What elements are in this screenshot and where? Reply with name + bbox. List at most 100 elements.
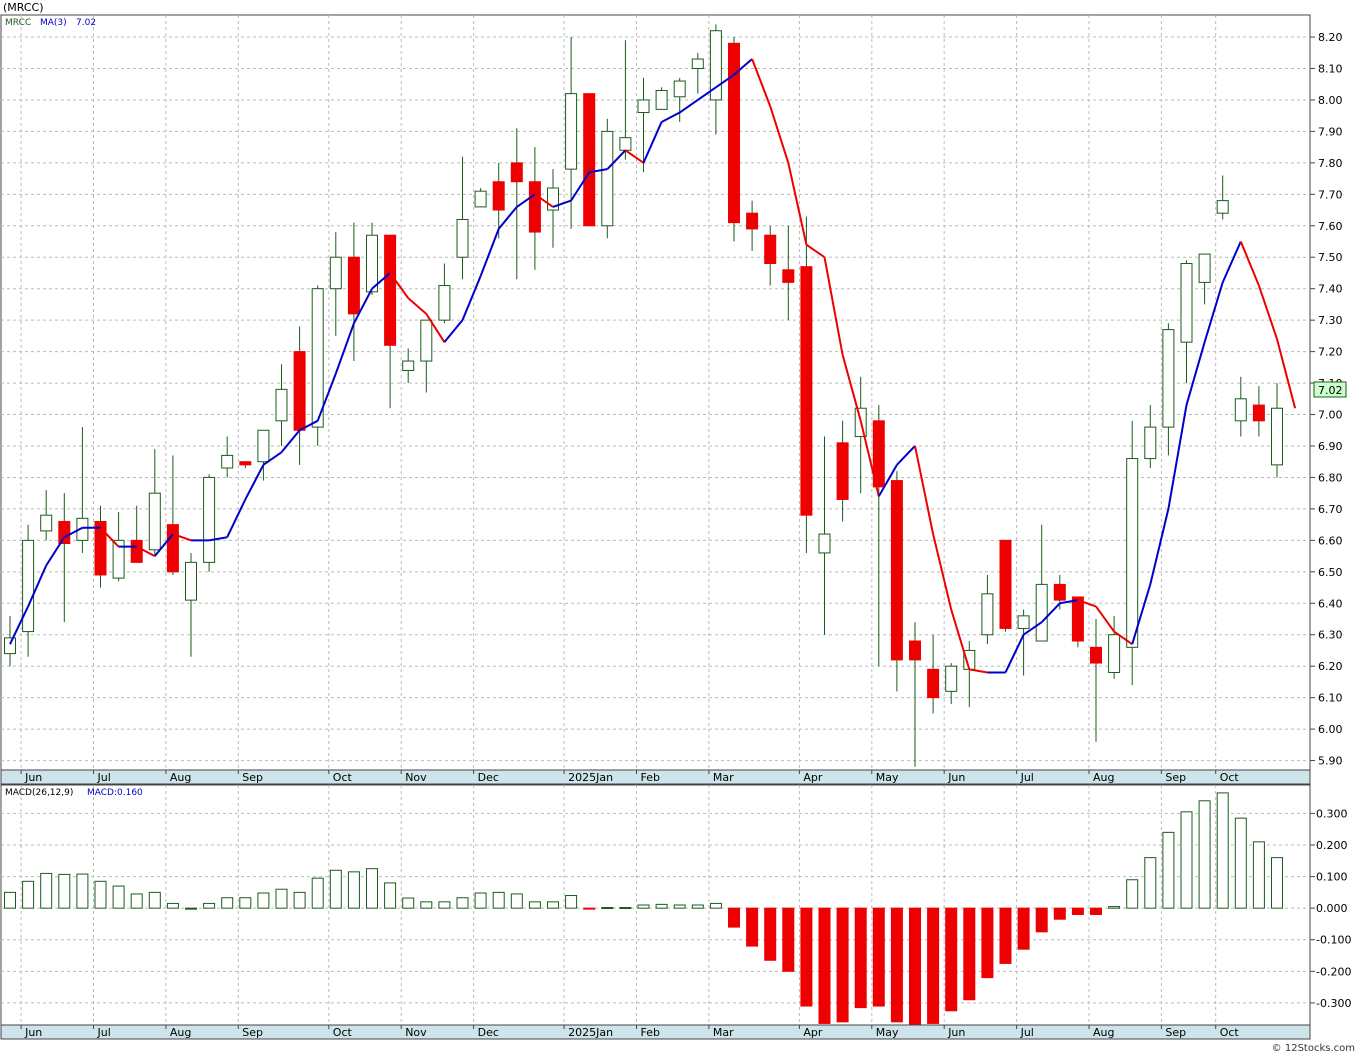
macd-bar-positive [329, 869, 342, 909]
price-x-tick-label: Nov [405, 771, 427, 784]
macd-bar-negative [872, 907, 885, 1007]
price-legend-symbol: MRCC [5, 18, 31, 28]
macd-bar-positive [709, 902, 722, 909]
candle-up [329, 256, 342, 290]
candle-down [927, 668, 940, 699]
macd-bar-positive [94, 880, 107, 909]
price-y-tick-label: 8.20 [1318, 31, 1343, 44]
candle-up [185, 561, 197, 601]
candle-down [999, 539, 1012, 629]
candle-up [1035, 583, 1048, 642]
candle-up [1108, 634, 1121, 673]
price-x-tick-label: May [876, 771, 899, 784]
macd-bar-positive [1271, 857, 1283, 909]
price-y-tick-label: 7.80 [1318, 157, 1343, 170]
price-y-tick-label: 7.20 [1318, 346, 1343, 359]
candle-up [1234, 398, 1247, 422]
macd-x-tick-label: Sep [1165, 1026, 1186, 1039]
macd-bar-positive [112, 885, 125, 909]
macd-bar-positive [1162, 831, 1175, 909]
macd-bar-negative [945, 907, 958, 1012]
macd-bar-positive [203, 902, 216, 909]
candle-up [691, 58, 704, 69]
macd-bar-positive [293, 891, 306, 909]
macd-x-tick-label: Feb [641, 1026, 660, 1039]
macd-bar-negative [890, 907, 903, 1023]
candle-down [239, 461, 252, 466]
price-x-tick-label: Jun [947, 771, 965, 784]
price-x-tick-label: Dec [478, 771, 499, 784]
candle-down [528, 181, 541, 233]
candle-up [420, 319, 433, 362]
macd-bar-positive [58, 873, 71, 909]
price-y-tick-label: 8.10 [1318, 62, 1343, 75]
candle-up [456, 218, 469, 258]
price-x-tick-label: Jul [1020, 771, 1034, 784]
candle-up [148, 492, 161, 551]
candle-up [22, 539, 35, 633]
price-y-tick-label: 6.30 [1318, 629, 1343, 642]
price-y-tick-label: 7.30 [1318, 314, 1343, 327]
macd-bar-positive [456, 897, 469, 909]
price-y-tick-label: 6.90 [1318, 440, 1343, 453]
macd-bar-positive [130, 893, 143, 909]
macd-bar-negative [1071, 907, 1084, 915]
macd-bar-positive [510, 893, 523, 909]
macd-bar-positive [257, 892, 270, 909]
macd-bar-positive [1108, 906, 1121, 909]
candle-up [474, 190, 487, 208]
macd-bar-negative [1090, 907, 1102, 915]
price-x-tick-label: Jul [97, 771, 111, 784]
candle-down [764, 234, 777, 265]
macd-bar-negative [746, 907, 759, 947]
macd-bar-positive [1252, 841, 1265, 909]
macd-bar-positive [528, 901, 541, 909]
candle-down [583, 93, 596, 227]
macd-bar-positive [347, 871, 360, 909]
price-x-tick-label: Aug [170, 771, 191, 784]
candle-up [619, 137, 632, 151]
macd-bar-negative [1035, 907, 1048, 933]
candle-up [1017, 615, 1030, 629]
macd-x-tick-label: Nov [405, 1026, 427, 1039]
price-y-tick-label: 7.60 [1318, 220, 1343, 233]
candle-up [945, 665, 958, 692]
macd-bar-positive [673, 904, 686, 909]
macd-x-tick-label: Apr [803, 1026, 823, 1039]
macd-y-tick-label: -0.200 [1316, 965, 1351, 978]
macd-bar-positive [1144, 857, 1157, 909]
candle-up [818, 533, 831, 554]
chart-header-title: (MRCC) [3, 1, 44, 14]
macd-bar-negative [909, 907, 921, 1026]
price-x-tick-label: Sep [242, 771, 263, 784]
candle-down [890, 480, 903, 661]
candle-up [1271, 407, 1283, 466]
macd-bar-negative [999, 907, 1012, 964]
candle-down [293, 351, 306, 431]
macd-bar-positive [547, 901, 559, 909]
watermark: © 12Stocks.com [1272, 1043, 1355, 1054]
macd-bar-positive [420, 901, 433, 909]
candle-up [655, 90, 668, 110]
macd-bar-positive [402, 897, 415, 909]
price-y-tick-label: 7.50 [1318, 251, 1343, 264]
macd-x-tick-label: Jun [24, 1026, 42, 1039]
price-x-tick-label: Apr [803, 771, 823, 784]
candle-up [311, 288, 324, 428]
price-legend-ma-label: MA(3) [40, 18, 67, 28]
stock-chart: (MRCC) 5.90 6.00 6.10 6.20 6.30 6.40 6.50 6.60 6… [0, 0, 1360, 1056]
candle-up [981, 593, 994, 636]
candle-up [257, 429, 270, 463]
macd-bar-negative [764, 907, 777, 961]
macd-bar-negative [818, 907, 831, 1024]
macd-bar-positive [185, 907, 197, 910]
macd-legend-params: MACD(26,12,9) [5, 788, 73, 798]
macd-x-tick-label: Oct [1220, 1026, 1240, 1039]
macd-bar-positive [366, 868, 378, 909]
macd-bar-positive [166, 902, 179, 909]
price-y-tick-label: 6.20 [1318, 660, 1343, 673]
price-y-tick-label: 7.40 [1318, 283, 1343, 296]
price-x-tick-label: Jun [24, 771, 42, 784]
candle-up [1126, 458, 1139, 648]
price-y-tick-label: 6.70 [1318, 503, 1343, 516]
